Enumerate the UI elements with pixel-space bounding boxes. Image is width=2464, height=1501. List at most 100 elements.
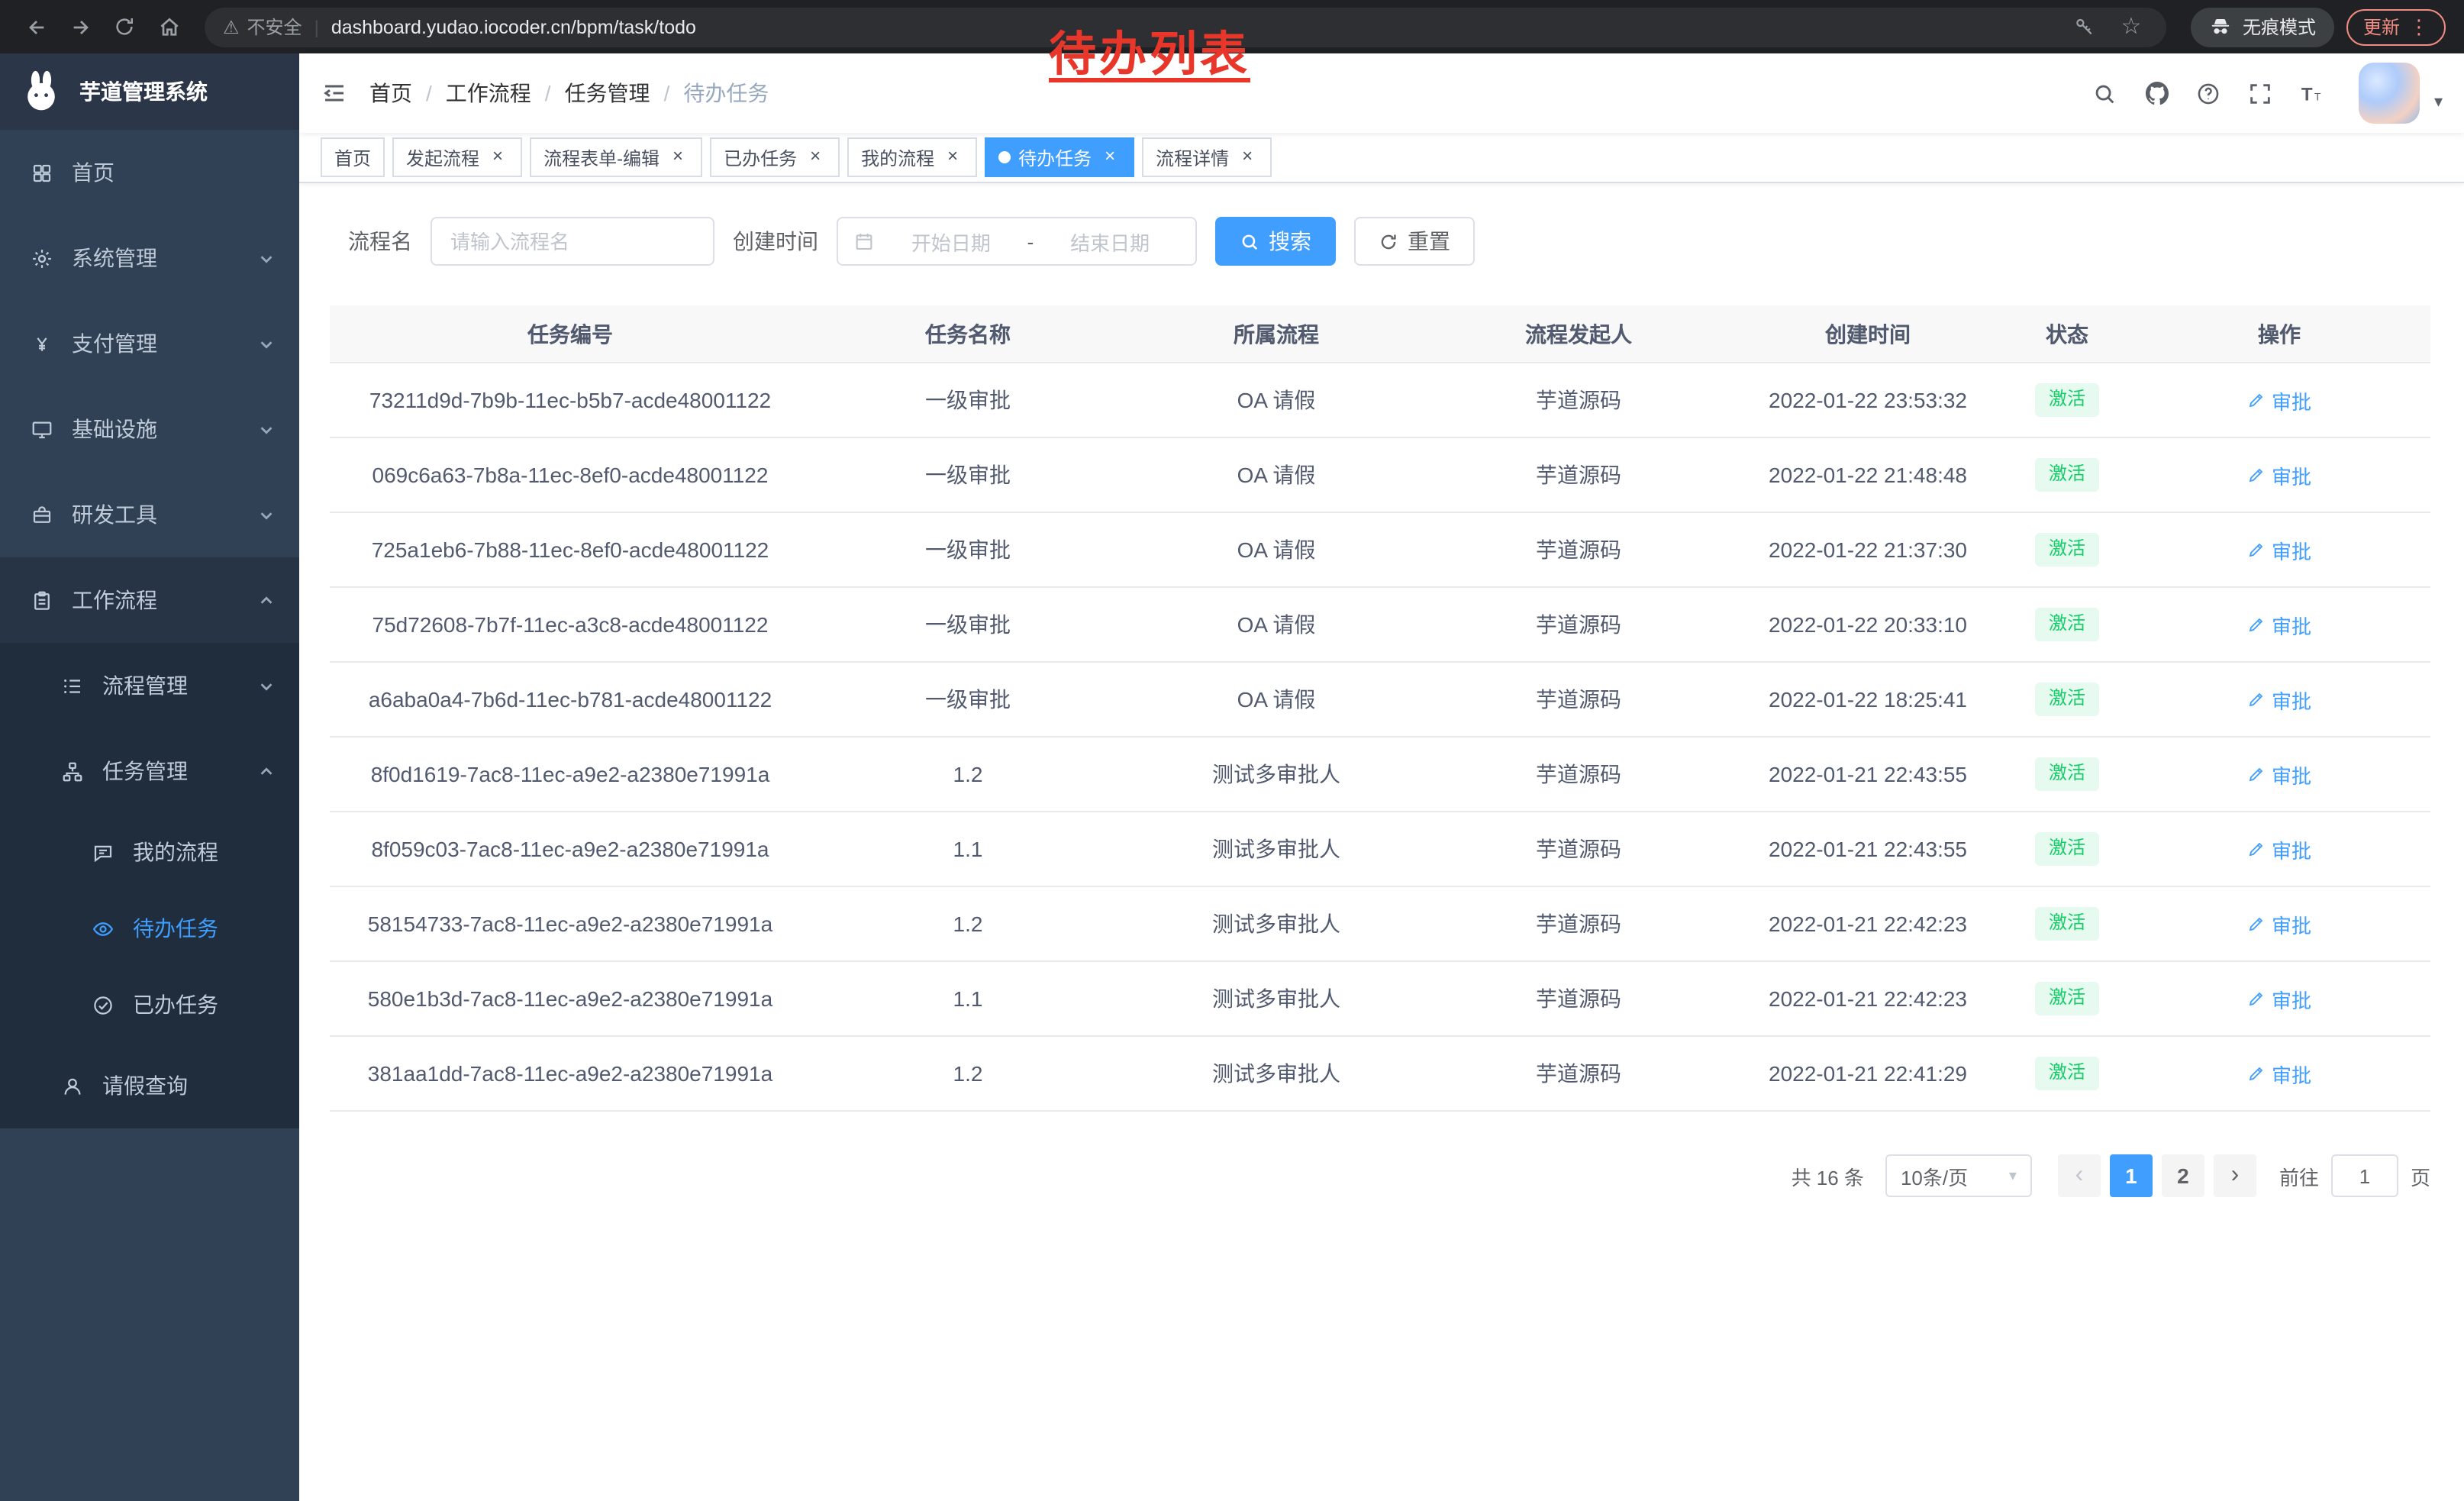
- bookmark-star-icon[interactable]: ☆: [2114, 15, 2148, 38]
- page-1-button[interactable]: 1: [2110, 1154, 2153, 1197]
- app-logo[interactable]: 芋道管理系统: [0, 53, 299, 130]
- approve-button[interactable]: 审批: [2247, 909, 2311, 938]
- reset-button[interactable]: 重置: [1354, 217, 1475, 266]
- approve-button[interactable]: 审批: [2247, 1059, 2311, 1088]
- sidebar-item-home[interactable]: 首页: [0, 130, 299, 215]
- monitor-icon: [31, 418, 53, 441]
- status-cell: 激活: [2006, 458, 2128, 491]
- sidebar-item-done-task[interactable]: 已办任务: [0, 967, 299, 1043]
- column-header: 任务名称: [811, 318, 1125, 349]
- approve-button[interactable]: 审批: [2247, 386, 2311, 415]
- action-cell: 审批: [2128, 834, 2430, 863]
- action-cell: 审批: [2128, 685, 2430, 714]
- tab-form-editor[interactable]: 流程表单-编辑 ×: [530, 137, 702, 177]
- approve-button[interactable]: 审批: [2247, 535, 2311, 564]
- person-icon: [61, 1074, 84, 1097]
- action-cell: 审批: [2128, 909, 2430, 938]
- reload-icon[interactable]: [104, 6, 145, 47]
- process-cell: 测试多审批人: [1125, 834, 1427, 864]
- password-key-icon[interactable]: [2069, 15, 2102, 38]
- sidebar-item-process-mgmt[interactable]: 流程管理: [0, 643, 299, 728]
- sidebar-item-my-process[interactable]: 我的流程: [0, 814, 299, 890]
- search-button-label: 搜索: [1269, 226, 1311, 257]
- sidebar-item-infrastructure[interactable]: 基础设施: [0, 386, 299, 472]
- initiator-cell: 芋道源码: [1427, 385, 1730, 415]
- update-button[interactable]: 更新 ⋮: [2346, 8, 2446, 45]
- end-date-placeholder: 结束日期: [1040, 227, 1180, 256]
- close-icon[interactable]: ×: [942, 147, 963, 168]
- back-icon[interactable]: [15, 6, 56, 47]
- avatar[interactable]: [2359, 63, 2420, 124]
- search-button[interactable]: 搜索: [1215, 217, 1336, 266]
- check-circle-icon: [92, 993, 114, 1016]
- close-icon[interactable]: ×: [805, 147, 826, 168]
- status-badge: 激活: [2035, 1057, 2099, 1089]
- status-badge: 激活: [2035, 683, 2099, 715]
- tab-todo-task[interactable]: 待办任务 ×: [985, 137, 1134, 177]
- edit-pencil-icon: [2247, 466, 2266, 484]
- omnibox-divider: |: [314, 16, 319, 37]
- close-icon[interactable]: ×: [1099, 147, 1121, 168]
- process-name-input[interactable]: [431, 217, 714, 266]
- sidebar-item-system[interactable]: 系统管理: [0, 215, 299, 301]
- security-warning[interactable]: ⚠ 不安全: [223, 14, 302, 40]
- breadcrumb-separator: /: [426, 81, 432, 105]
- prev-page-button[interactable]: ‹: [2058, 1154, 2101, 1197]
- sidebar-item-workflow[interactable]: 工作流程: [0, 557, 299, 643]
- font-size-icon[interactable]: TT: [2292, 73, 2333, 114]
- update-label: 更新: [2363, 14, 2400, 40]
- task-name-cell: 一级审批: [811, 460, 1125, 490]
- sidebar-item-leave-query[interactable]: 请假查询: [0, 1043, 299, 1128]
- table-row: 725a1eb6-7b88-11ec-8ef0-acde48001122 一级审…: [330, 513, 2430, 588]
- status-cell: 激活: [2006, 533, 2128, 566]
- forward-icon[interactable]: [60, 6, 101, 47]
- breadcrumb-home[interactable]: 首页: [369, 78, 412, 108]
- initiator-cell: 芋道源码: [1427, 534, 1730, 565]
- sidebar-item-todo-task[interactable]: 待办任务: [0, 890, 299, 967]
- tab-home[interactable]: 首页: [321, 137, 385, 177]
- close-icon[interactable]: ×: [667, 147, 689, 168]
- tab-done-task[interactable]: 已办任务 ×: [710, 137, 840, 177]
- approve-button[interactable]: 审批: [2247, 610, 2311, 639]
- sidebar-item-label: 请假查询: [102, 1070, 188, 1101]
- home-icon[interactable]: [148, 6, 189, 47]
- sidebar-item-task-mgmt[interactable]: 任务管理: [0, 728, 299, 814]
- breadcrumb-current: 待办任务: [683, 78, 769, 108]
- goto-page-input[interactable]: [2331, 1154, 2398, 1197]
- breadcrumb-task-mgmt[interactable]: 任务管理: [565, 78, 650, 108]
- close-icon[interactable]: ×: [487, 147, 508, 168]
- tab-label: 我的流程: [861, 144, 934, 170]
- next-page-button[interactable]: ›: [2214, 1154, 2256, 1197]
- page-size-select[interactable]: 10条/页 ▾: [1885, 1154, 2032, 1197]
- help-icon[interactable]: [2188, 73, 2230, 114]
- browser-menu-icon[interactable]: ⋮: [2409, 15, 2429, 39]
- sidebar-toggle-icon[interactable]: [299, 53, 369, 133]
- approve-button[interactable]: 审批: [2247, 685, 2311, 714]
- status-cell: 激活: [2006, 683, 2128, 715]
- column-header: 所属流程: [1125, 318, 1427, 349]
- breadcrumb-workflow[interactable]: 工作流程: [446, 78, 531, 108]
- approve-button[interactable]: 审批: [2247, 834, 2311, 863]
- tab-process-detail[interactable]: 流程详情 ×: [1142, 137, 1272, 177]
- sidebar-item-devtools[interactable]: 研发工具: [0, 472, 299, 557]
- created-time-cell: 2022-01-21 22:42:23: [1730, 986, 2006, 1011]
- search-icon[interactable]: [2085, 73, 2126, 114]
- close-icon[interactable]: ×: [1237, 147, 1258, 168]
- sidebar-item-payment[interactable]: 支付管理: [0, 301, 299, 386]
- table-row: 58154733-7ac8-11ec-a9e2-a2380e71991a 1.2…: [330, 887, 2430, 962]
- pagination: 共 16 条 10条/页 ▾ ‹ 1 2 › 前往 页: [330, 1154, 2430, 1197]
- tab-start-process[interactable]: 发起流程 ×: [392, 137, 522, 177]
- table-body: 73211d9d-7b9b-11ec-b5b7-acde48001122 一级审…: [330, 363, 2430, 1112]
- date-range-picker[interactable]: 开始日期 - 结束日期: [837, 217, 1197, 266]
- approve-button[interactable]: 审批: [2247, 460, 2311, 489]
- approve-button[interactable]: 审批: [2247, 760, 2311, 789]
- page-2-button[interactable]: 2: [2162, 1154, 2204, 1197]
- url-text[interactable]: dashboard.yudao.iocoder.cn/bpm/task/todo: [331, 16, 696, 37]
- tab-my-process[interactable]: 我的流程 ×: [847, 137, 977, 177]
- github-icon[interactable]: [2137, 73, 2178, 114]
- sidebar-item-label: 工作流程: [72, 585, 157, 615]
- fullscreen-icon[interactable]: [2240, 73, 2282, 114]
- filter-bar: 流程名 创建时间 开始日期 - 结束日期 搜索 重: [330, 217, 2430, 266]
- approve-button[interactable]: 审批: [2247, 984, 2311, 1013]
- avatar-caret-icon[interactable]: ▾: [2434, 92, 2443, 111]
